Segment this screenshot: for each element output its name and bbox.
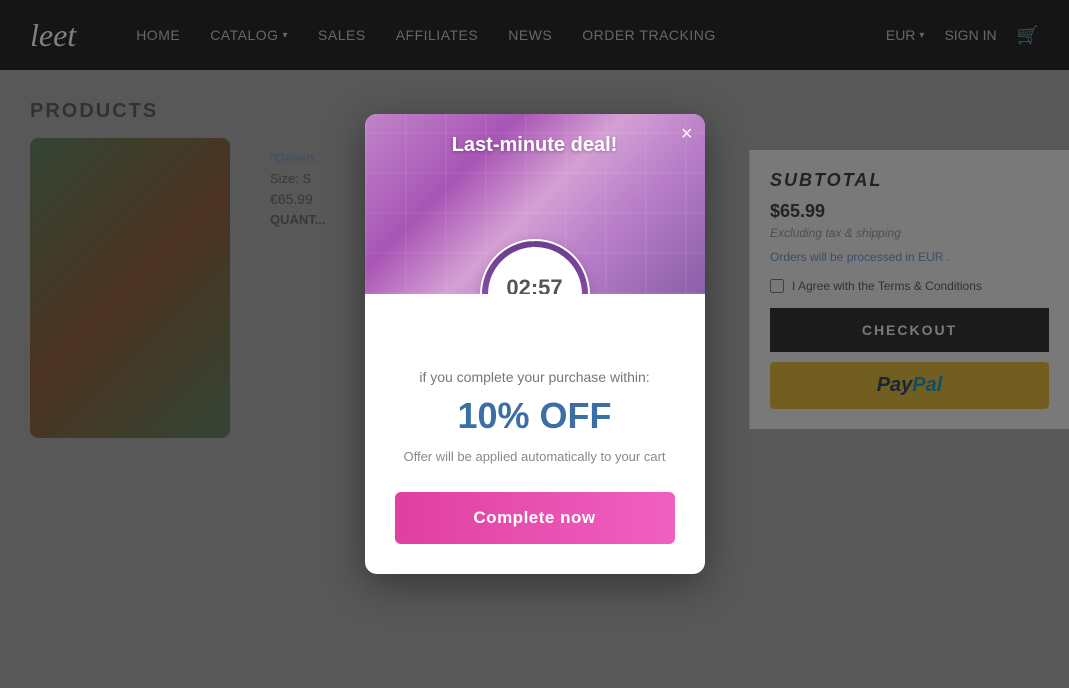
modal-overlay[interactable]: Last-minute deal! × <box>0 0 1069 688</box>
modal-auto-text: Offer will be applied automatically to y… <box>395 447 675 467</box>
timer-container: 02:57 MINS <box>480 239 590 294</box>
modal-discount: 10% OFF <box>395 395 675 437</box>
modal-header: Last-minute deal! × <box>365 114 705 294</box>
modal-close-button[interactable]: × <box>681 124 693 144</box>
complete-now-button[interactable]: Complete now <box>395 492 675 544</box>
modal-body: if you complete your purchase within: 10… <box>365 294 705 574</box>
timer-circle: 02:57 MINS <box>480 239 590 294</box>
deal-modal: Last-minute deal! × <box>365 114 705 574</box>
modal-title: Last-minute deal! <box>365 134 705 157</box>
timer-time: 02:57 <box>506 277 562 295</box>
modal-subtitle: if you complete your purchase within: <box>395 369 675 385</box>
